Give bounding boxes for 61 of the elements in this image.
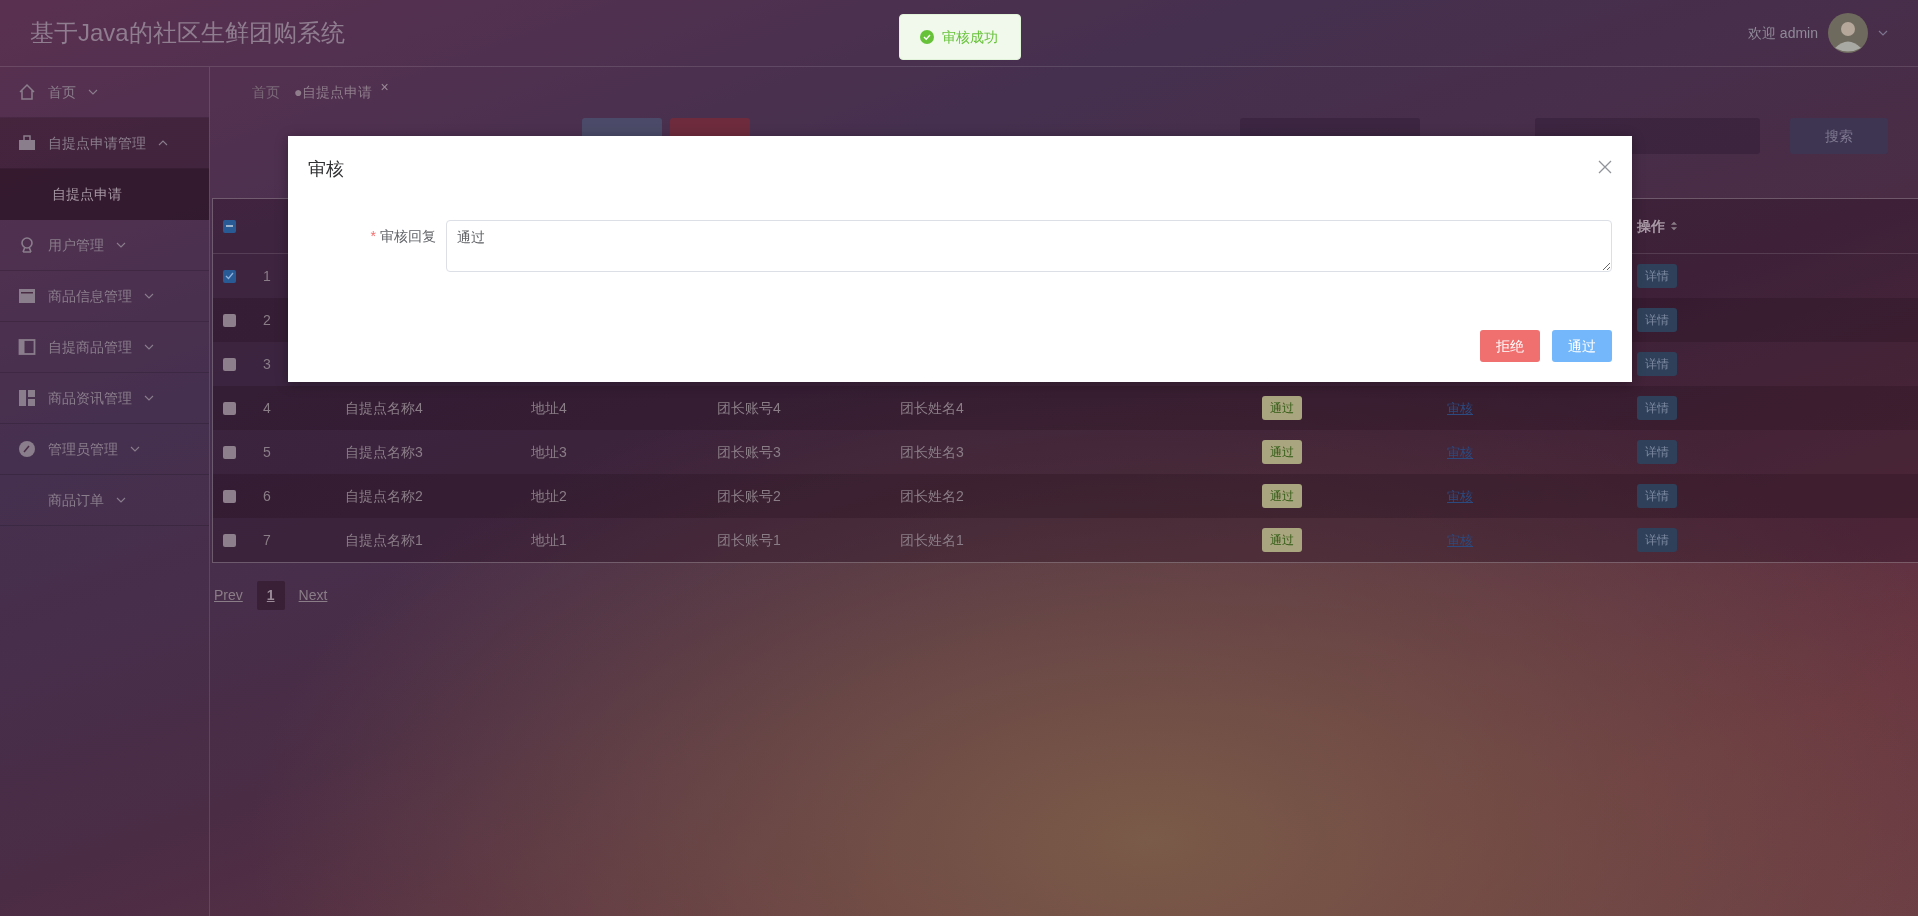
status-badge: 通过: [1262, 528, 1302, 552]
detail-button[interactable]: 详情: [1637, 308, 1677, 332]
review-link[interactable]: 审核: [1447, 400, 1473, 416]
table-cell: 5: [263, 443, 271, 460]
table-cell: 7: [263, 531, 271, 548]
reject-button[interactable]: 拒绝: [1480, 330, 1540, 362]
table-cell: 地址3: [531, 443, 567, 460]
review-link[interactable]: 审核: [1447, 488, 1473, 504]
table-cell: 地址4: [531, 399, 567, 416]
sidebar-item[interactable]: 商品信息管理: [0, 271, 209, 322]
approve-button[interactable]: 通过: [1552, 330, 1612, 362]
table-cell: 2: [263, 311, 271, 328]
message-toast: 审核成功: [899, 14, 1021, 60]
search-button[interactable]: 搜索: [1790, 118, 1888, 154]
sidebar-item[interactable]: 自提商品管理: [0, 322, 209, 373]
detail-button[interactable]: 详情: [1637, 484, 1677, 508]
table-cell: 团长账号1: [717, 531, 781, 548]
detail-button[interactable]: 详情: [1637, 352, 1677, 376]
app-title: 基于Java的社区生鲜团购系统: [30, 18, 345, 48]
detail-button[interactable]: 详情: [1637, 528, 1677, 552]
close-button[interactable]: ×: [380, 76, 389, 98]
sidebar-item[interactable]: 自提点申请管理: [0, 118, 209, 169]
table-cell: 自提点名称3: [345, 443, 423, 460]
prev-link[interactable]: Prev: [214, 585, 243, 606]
sidebar-item[interactable]: 商品订单: [0, 475, 209, 526]
next-link[interactable]: Next: [298, 585, 328, 606]
table-cell: 地址2: [531, 487, 567, 504]
table-cell: 1: [263, 267, 271, 284]
detail-button[interactable]: 详情: [1637, 440, 1677, 464]
table-cell: 3: [263, 355, 271, 372]
table-cell: 自提点名称4: [345, 399, 423, 416]
table-cell: 地址1: [531, 531, 567, 548]
table-cell: 团长姓名2: [900, 487, 964, 504]
sidebar-item[interactable]: 首页: [0, 67, 209, 118]
table-cell: 6: [263, 487, 271, 504]
table-cell: 自提点名称2: [345, 487, 423, 504]
sidebar-item[interactable]: 商品资讯管理: [0, 373, 209, 424]
required-mark: *: [370, 228, 376, 244]
welcome-text: 欢迎 admin: [1747, 23, 1818, 43]
detail-button[interactable]: 详情: [1637, 264, 1677, 288]
detail-button[interactable]: 详情: [1637, 396, 1677, 420]
column-header[interactable]: 操作: [1637, 215, 1665, 237]
breadcrumb-tab[interactable]: ●自提点申请: [294, 81, 373, 103]
sidebar-item[interactable]: 管理员管理: [0, 424, 209, 475]
status-badge: 通过: [1262, 396, 1302, 420]
status-badge: 通过: [1262, 484, 1302, 508]
sidebar-subitem[interactable]: 自提点申请: [0, 169, 209, 220]
status-badge: 通过: [1262, 440, 1302, 464]
table-cell: 团长姓名4: [900, 399, 964, 416]
table-cell: 团长账号2: [717, 487, 781, 504]
table-cell: 团长姓名3: [900, 443, 964, 460]
table-cell: 自提点名称1: [345, 531, 423, 548]
table-cell: 团长姓名1: [900, 531, 964, 548]
table-cell: 4: [263, 399, 271, 416]
page-button[interactable]: 1: [256, 581, 285, 610]
table-cell: 团长账号4: [717, 399, 781, 416]
table-cell: 团长账号3: [717, 443, 781, 460]
reply-textarea[interactable]: 通过: [446, 220, 1612, 272]
dialog-title: 审核: [308, 158, 344, 181]
sidebar-item[interactable]: 用户管理: [0, 220, 209, 271]
field-label: 审核回复: [380, 228, 436, 244]
